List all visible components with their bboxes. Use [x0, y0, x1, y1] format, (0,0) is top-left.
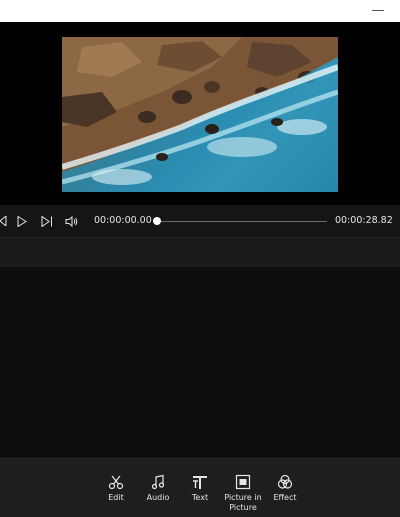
effect-circles-icon — [276, 473, 294, 491]
current-time: 00:00:00.00 — [94, 215, 152, 226]
timeline-header-strip — [0, 237, 400, 268]
play-button[interactable] — [16, 213, 28, 229]
music-note-icon — [149, 473, 167, 491]
text-button[interactable]: Text — [188, 473, 212, 503]
video-preview-frame[interactable] — [62, 37, 338, 192]
video-preview-area — [0, 22, 400, 205]
next-frame-icon[interactable] — [40, 213, 54, 229]
volume-icon[interactable] — [64, 213, 78, 229]
previous-frame-icon[interactable] — [0, 213, 8, 229]
total-time: 00:00:28.82 — [335, 215, 393, 226]
title-bar — [0, 0, 400, 22]
effect-label: Effect — [273, 493, 297, 502]
scissors-icon — [107, 473, 125, 491]
audio-button[interactable]: Audio — [144, 473, 172, 503]
seek-thumb[interactable] — [153, 217, 161, 225]
picture-in-picture-button[interactable]: Picture in Picture — [222, 473, 264, 513]
audio-label: Audio — [146, 493, 170, 502]
picture-in-picture-icon — [234, 473, 252, 491]
edit-label: Edit — [108, 493, 124, 502]
coastal-rocks-image — [62, 37, 338, 192]
text-label: Text — [191, 493, 209, 502]
timeline-area[interactable] — [0, 267, 400, 458]
playback-controls: 00:00:00.00 00:00:28.82 — [0, 205, 400, 237]
edit-button[interactable]: Edit — [104, 473, 128, 503]
seek-track[interactable] — [157, 221, 327, 222]
text-icon — [191, 473, 209, 491]
bottom-toolbar: Edit Audio Text Picture in Picture Effec… — [0, 458, 400, 517]
effect-button[interactable]: Effect — [271, 473, 299, 503]
minimize-icon[interactable] — [372, 10, 384, 11]
picture-in-picture-label: Picture in Picture — [224, 493, 262, 512]
